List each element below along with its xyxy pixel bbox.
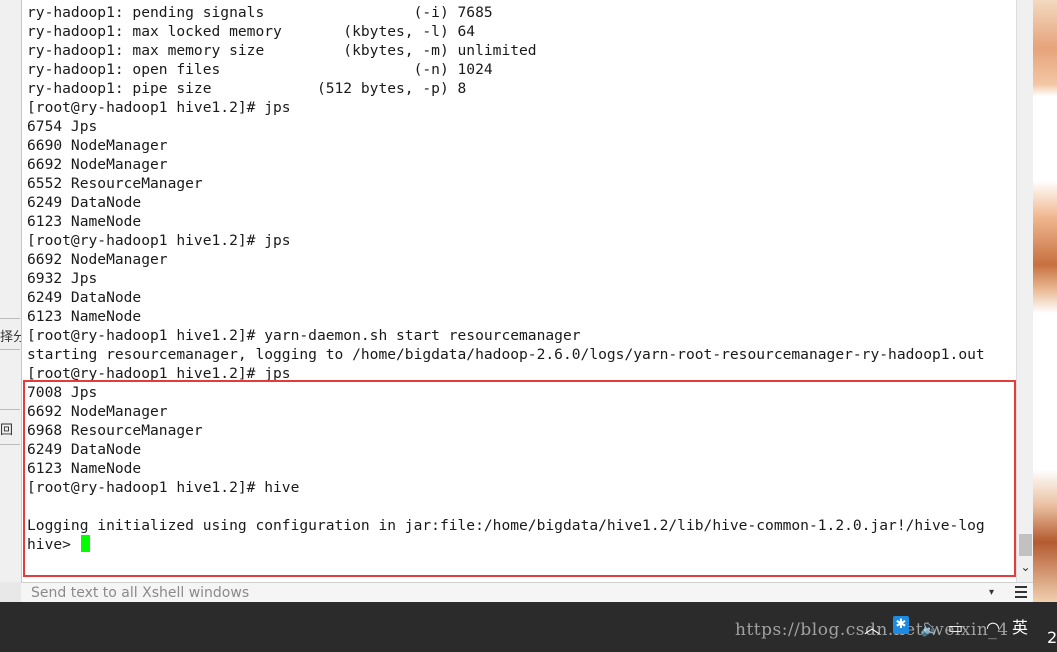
terminal-line: 6123 NameNode [27, 213, 142, 230]
desktop-wallpaper-edge [1033, 0, 1057, 602]
hamburger-menu-icon[interactable] [1015, 586, 1027, 598]
background-window-text: 择分 [0, 330, 21, 345]
terminal-line: ry-hadoop1: pipe size (512 bytes, -p) 8 [27, 80, 467, 97]
highlight-annotation-box [23, 380, 1016, 577]
terminal-scrollbar[interactable]: ⌄ [1016, 0, 1034, 582]
terminal-line: ry-hadoop1: open files (-n) 1024 [27, 61, 493, 78]
terminal-line: 6690 NodeManager [27, 137, 168, 154]
input-language-indicator[interactable]: 英 [1012, 618, 1028, 638]
terminal-line: 6123 NameNode [27, 308, 142, 325]
terminal-line: [root@ry-hadoop1 hive1.2]# jps [27, 232, 291, 249]
terminal-line: 6249 DataNode [27, 194, 142, 211]
scrollbar-thumb[interactable] [1019, 534, 1032, 556]
wifi-icon[interactable]: ◠ [986, 618, 1000, 638]
terminal-line: ry-hadoop1: pending signals (-i) 7685 [27, 4, 493, 21]
scroll-down-arrow-icon[interactable]: ⌄ [1017, 558, 1034, 576]
terminal-line: 6692 NodeManager [27, 156, 168, 173]
terminal-line: ry-hadoop1: max locked memory (kbytes, -… [27, 23, 476, 40]
terminal-line: starting resourcemanager, logging to /ho… [27, 346, 985, 363]
terminal-line: [root@ry-hadoop1 hive1.2]# jps [27, 99, 291, 116]
show-hidden-icons-chevron-icon[interactable]: ︿ [864, 618, 880, 638]
send-text-input[interactable]: Send text to all Xshell windows [31, 584, 249, 602]
background-window-text: 回 [0, 423, 14, 438]
terminal-line: [root@ry-hadoop1 hive1.2]# yarn-daemon.s… [27, 327, 581, 344]
terminal-line: 6932 Jps [27, 270, 98, 287]
terminal-line: 6754 Jps [27, 118, 98, 135]
clock-fragment[interactable]: 2 [1047, 628, 1057, 648]
sendbar-edge [0, 582, 21, 602]
background-window-edge: 择分 回 [0, 0, 22, 602]
battery-icon[interactable]: ▭ [948, 618, 963, 638]
dropdown-arrow-icon[interactable]: ▾ [989, 584, 994, 602]
volume-icon[interactable]: 🔈 [920, 618, 940, 638]
terminal-line: 6552 ResourceManager [27, 175, 203, 192]
send-to-all-bar[interactable]: Send text to all Xshell windows ▾ [21, 582, 1033, 603]
terminal-line: 6249 DataNode [27, 289, 142, 306]
bluetooth-icon[interactable]: ✱ [893, 616, 909, 634]
terminal-line: 6692 NodeManager [27, 251, 168, 268]
terminal-line: ry-hadoop1: max memory size (kbytes, -m)… [27, 42, 537, 59]
